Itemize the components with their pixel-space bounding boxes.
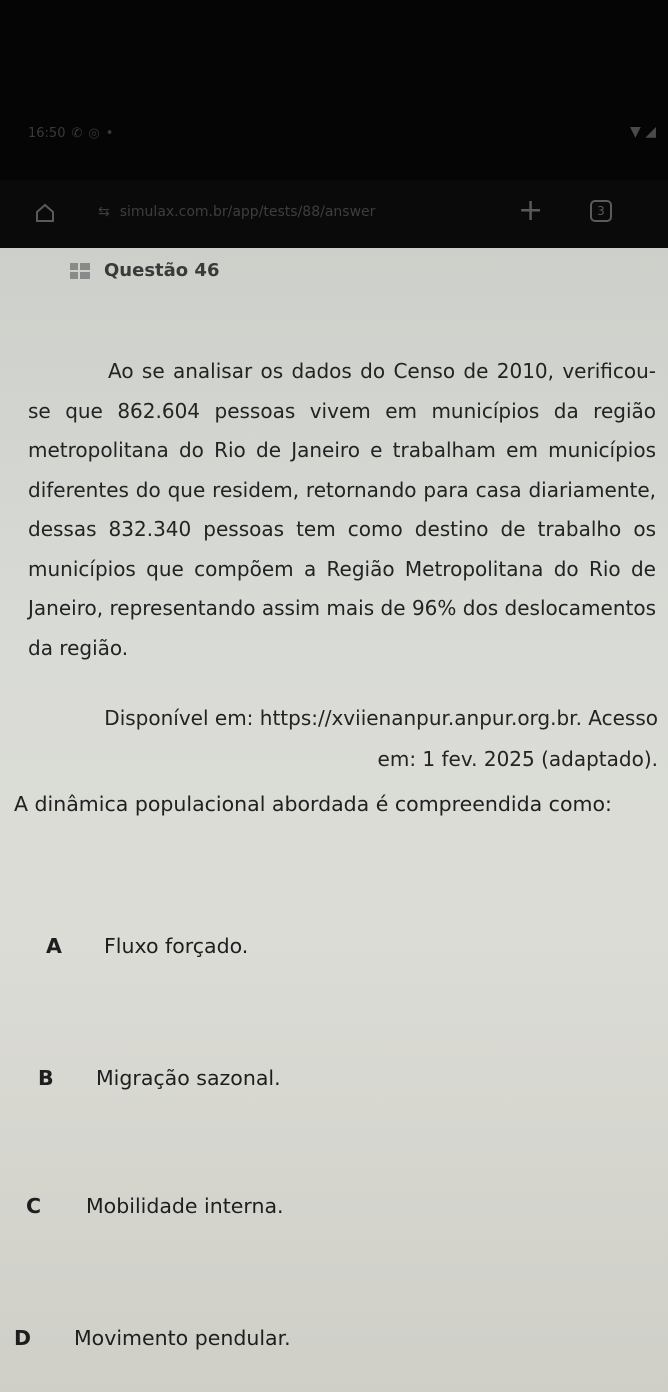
option-letter: C xyxy=(26,1194,42,1218)
browser-toolbar: ⇆ simulax.com.br/app/tests/88/answer + 3 xyxy=(0,180,668,248)
option-text: Mobilidade interna. xyxy=(86,1194,284,1218)
question-title: Questão 46 xyxy=(104,260,220,281)
wifi-icon: ▼ xyxy=(629,124,641,140)
option-text: Fluxo forçado. xyxy=(104,934,249,958)
source-citation: Disponível em: https://xviienanpur.anpur… xyxy=(104,706,658,771)
option-text: Migração sazonal. xyxy=(96,1066,281,1090)
question-page: Questão 46 Ao se analisar os dados do Ce… xyxy=(0,248,668,1392)
status-bar: 16:50 ✆ ◎ • ▼ ◢ xyxy=(0,0,668,180)
option-c[interactable]: C Mobilidade interna. xyxy=(26,1194,284,1218)
site-settings-icon[interactable]: ⇆ xyxy=(98,204,110,220)
whatsapp-icon: ✆ xyxy=(71,126,83,141)
option-d[interactable]: D Movimento pendular. xyxy=(14,1326,291,1350)
status-right: ▼ ◢ xyxy=(630,124,656,140)
option-b[interactable]: B Migração sazonal. xyxy=(38,1066,281,1090)
question-passage: Ao se analisar os dados do Censo de 2010… xyxy=(28,359,656,660)
status-time: 16:50 xyxy=(28,126,66,141)
question-header: Questão 46 xyxy=(70,260,219,281)
dot-icon: • xyxy=(105,126,114,141)
home-icon[interactable] xyxy=(34,202,56,224)
option-letter: A xyxy=(46,934,62,958)
signal-icon: ◢ xyxy=(645,124,656,140)
plus-icon[interactable]: + xyxy=(518,196,543,226)
status-left: 16:50 ✆ ◎ • xyxy=(28,126,113,141)
question-prompt: A dinâmica populacional abordada é compr… xyxy=(14,792,612,816)
option-letter: B xyxy=(38,1066,54,1090)
chrome-icon: ◎ xyxy=(88,126,100,141)
option-text: Movimento pendular. xyxy=(74,1326,291,1350)
grid-icon xyxy=(70,262,90,279)
tabs-icon[interactable]: 3 xyxy=(590,200,612,222)
url-text: simulax.com.br/app/tests/88/answer xyxy=(119,204,376,220)
option-a[interactable]: A Fluxo forçado. xyxy=(46,934,248,958)
option-letter: D xyxy=(14,1326,32,1350)
tab-count: 3 xyxy=(597,204,605,218)
address-bar[interactable]: ⇆ simulax.com.br/app/tests/88/answer xyxy=(98,204,375,220)
